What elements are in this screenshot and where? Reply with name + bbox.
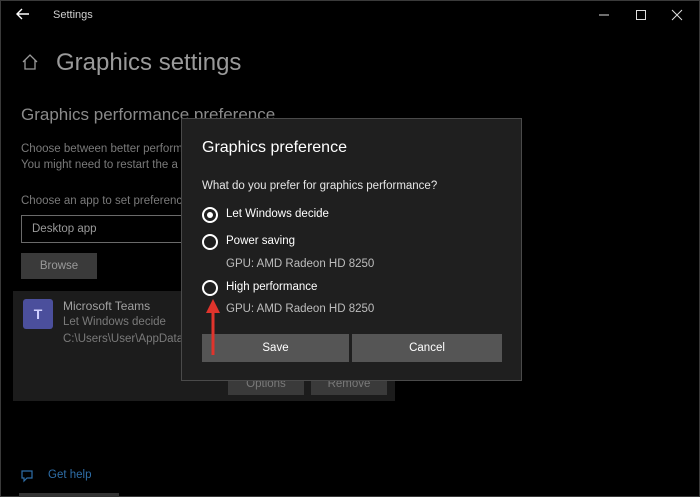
graphics-preference-dialog: Graphics preference What do you prefer f…	[181, 118, 522, 381]
cancel-label: Cancel	[409, 342, 445, 354]
minimize-icon	[599, 14, 609, 16]
minimize-button[interactable]	[589, 6, 619, 26]
radio-label: High performance	[226, 281, 318, 293]
get-help-link[interactable]: Get help	[48, 469, 91, 481]
radio-label: Let Windows decide	[226, 208, 329, 220]
title-bar: Settings	[1, 1, 699, 31]
page-title: Graphics settings	[56, 49, 242, 76]
radio-checked-icon[interactable]	[202, 207, 218, 223]
home-icon[interactable]	[21, 53, 39, 71]
close-button[interactable]	[662, 6, 692, 26]
feedback-link[interactable]	[19, 493, 119, 497]
app-path: C:\Users\User\AppData	[63, 333, 184, 345]
annotation-arrow-icon	[206, 299, 220, 355]
arrow-left-icon[interactable]	[13, 6, 33, 26]
maximize-icon	[636, 10, 646, 20]
app-preference: Let Windows decide	[63, 316, 166, 328]
radio-label: Power saving	[226, 235, 296, 247]
app-name: Microsoft Teams	[63, 299, 151, 313]
teams-icon: T	[23, 299, 53, 329]
description-line: You might need to restart the a	[21, 159, 178, 171]
dialog-question: What do you prefer for graphics performa…	[202, 180, 438, 192]
close-icon	[671, 9, 683, 21]
choose-app-label: Choose an app to set preferenc	[21, 195, 183, 207]
radio-unchecked-icon[interactable]	[202, 280, 218, 296]
app-type-value: Desktop app	[32, 223, 97, 235]
gpu-info: GPU: AMD Radeon HD 8250	[226, 303, 375, 315]
gpu-info: GPU: AMD Radeon HD 8250	[226, 258, 375, 270]
browse-button[interactable]: Browse	[21, 253, 97, 279]
description-line: Choose between better perform	[21, 143, 183, 155]
dialog-title: Graphics preference	[202, 139, 347, 156]
radio-unchecked-icon[interactable]	[202, 234, 218, 250]
window-title: Settings	[53, 9, 93, 21]
save-button[interactable]: Save	[202, 334, 349, 362]
cancel-button[interactable]: Cancel	[352, 334, 502, 362]
save-label: Save	[262, 342, 289, 354]
help-icon[interactable]	[19, 467, 37, 485]
settings-window: Settings Graphics settings Graphics perf…	[0, 0, 700, 497]
maximize-button[interactable]	[626, 6, 656, 26]
browse-label: Browse	[39, 260, 79, 272]
